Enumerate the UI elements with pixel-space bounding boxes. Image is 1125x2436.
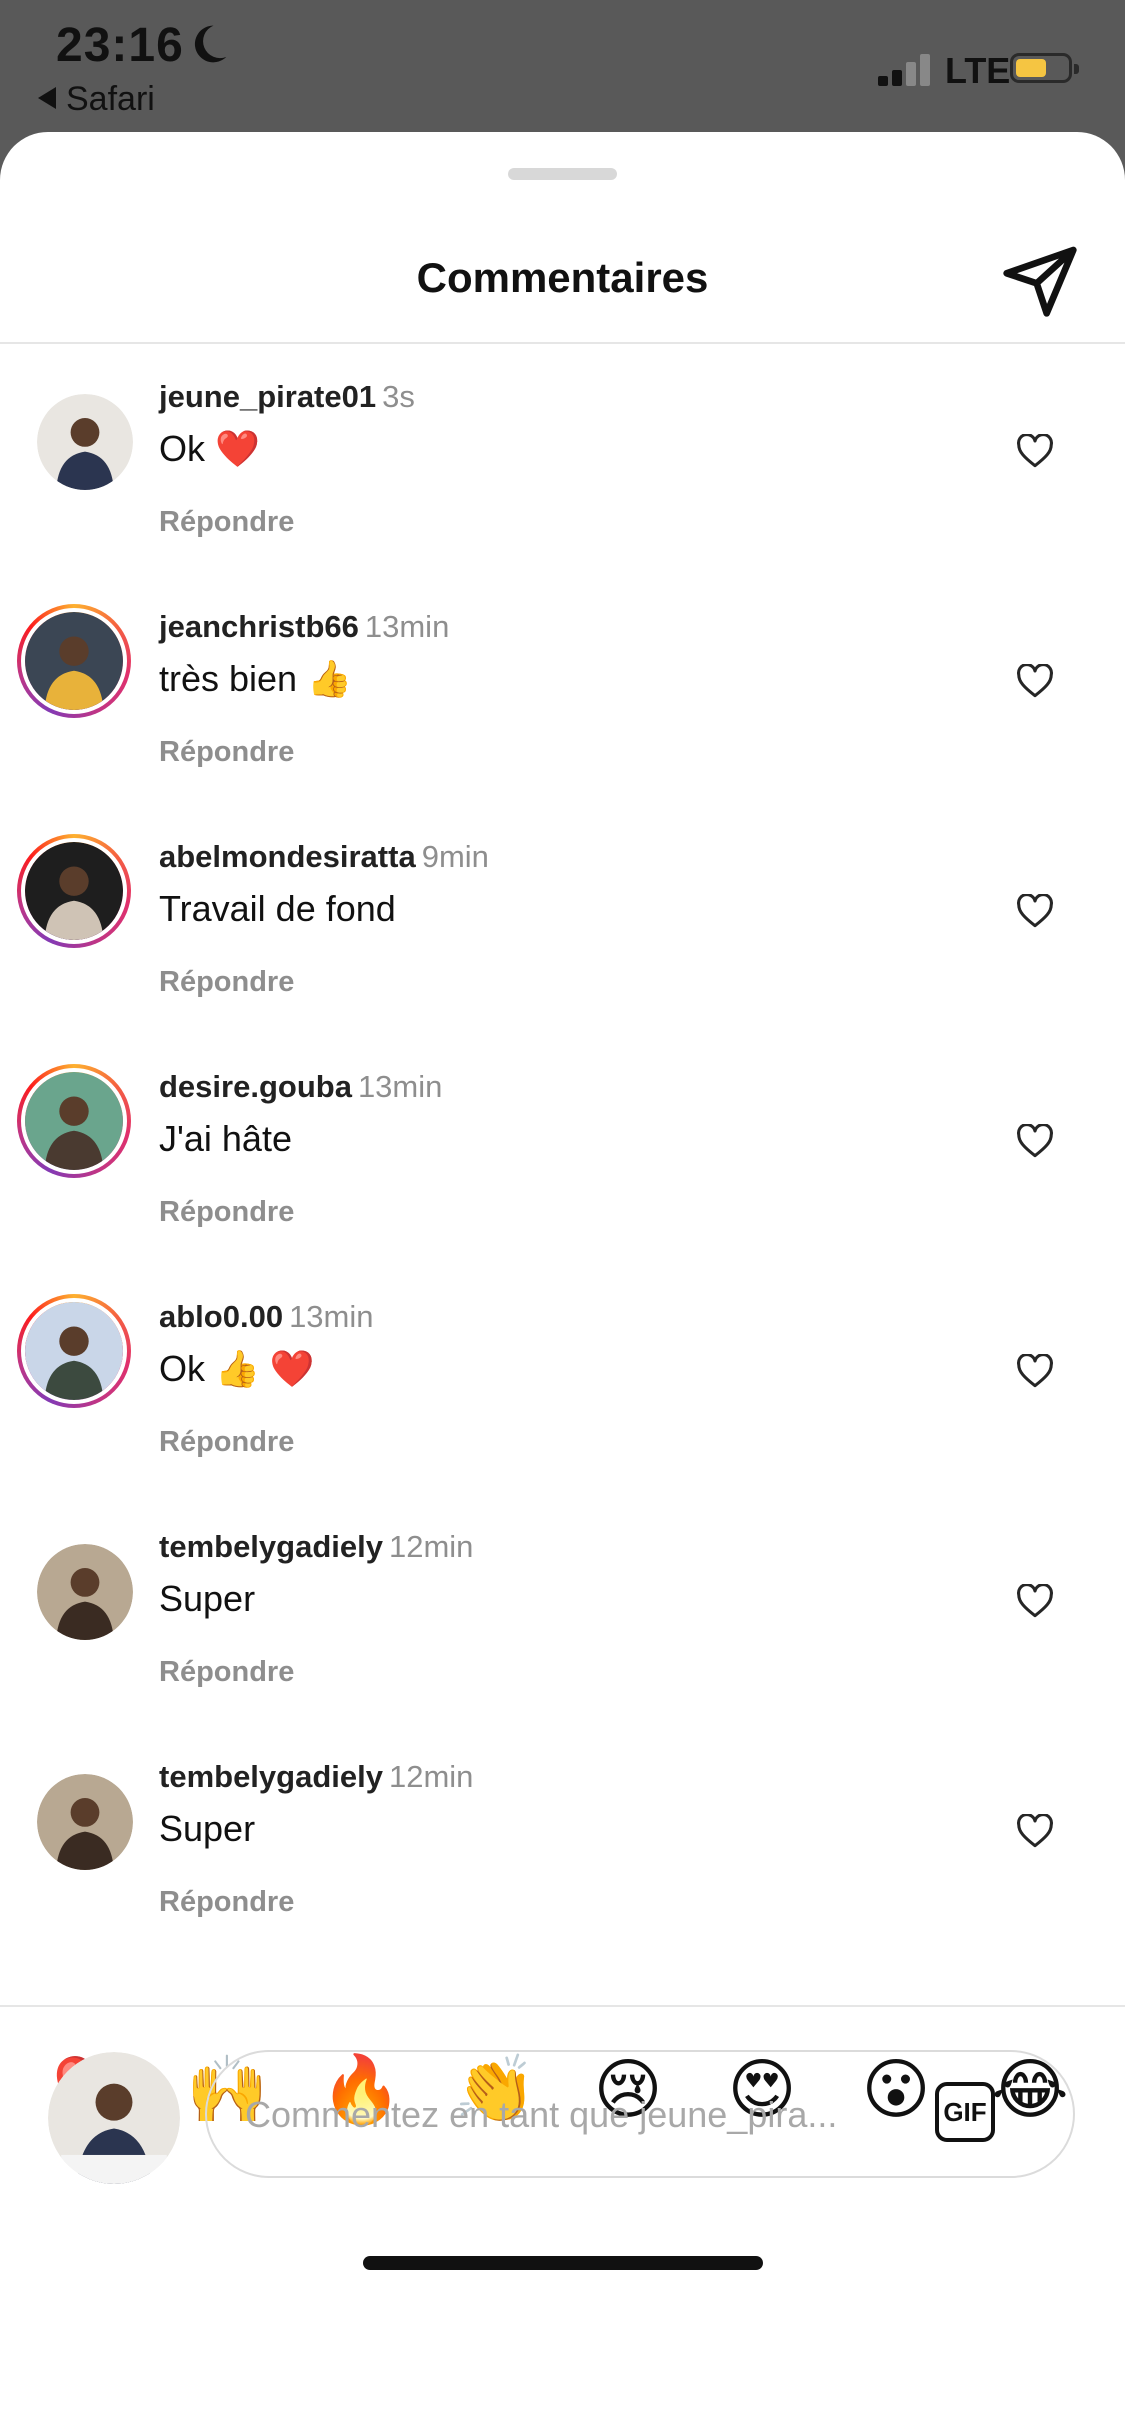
reply-button[interactable]: Répondre	[159, 1886, 294, 1919]
comment-author[interactable]: jeune_pirate01 3s	[159, 379, 415, 415]
comment-text: Travail de fond	[159, 888, 396, 929]
comment-item: jeune_pirate01 3s Ok ❤️ Répondre	[0, 379, 1125, 624]
comment-author[interactable]: desire.gouba 13min	[159, 1069, 442, 1105]
home-indicator[interactable]	[363, 2256, 763, 2270]
comment-item: tembelygadiely 12min Super Répondre	[0, 1759, 1125, 2004]
story-ring-avatar[interactable]	[17, 834, 131, 948]
avatar-image	[37, 1774, 133, 1870]
battery-icon	[1010, 53, 1079, 83]
comment-time: 13min	[357, 1069, 443, 1104]
page-title: Commentaires	[416, 254, 709, 301]
status-time: 23:16	[56, 19, 184, 72]
comment-text: J'ai hâte	[159, 1118, 292, 1159]
comment-item: desire.gouba 13min J'ai hâte Répondre	[0, 1064, 1125, 1314]
comment-text: Super	[159, 1808, 256, 1849]
comment-author[interactable]: tembelygadiely 12min	[159, 1759, 473, 1795]
reply-button[interactable]: Répondre	[159, 506, 294, 539]
username[interactable]: tembelygadiely	[159, 1759, 383, 1794]
username[interactable]: ablo0.00	[159, 1299, 283, 1334]
username[interactable]: abelmondesiratta	[159, 839, 416, 874]
reply-button[interactable]: Répondre	[159, 736, 294, 769]
avatar-image	[48, 2052, 180, 2184]
comment-input-box: GIF	[205, 2050, 1075, 2178]
comment-time: 13min	[364, 609, 450, 644]
heart-icon[interactable]	[1016, 1124, 1054, 1158]
heart-icon[interactable]	[1016, 1354, 1054, 1388]
back-to-app-button[interactable]: Safari	[38, 80, 155, 119]
avatar[interactable]	[37, 1544, 133, 1640]
story-ring-avatar[interactable]	[17, 1294, 131, 1408]
comment-item: ablo0.00 13min Ok 👍 ❤️ Répondre	[0, 1294, 1125, 1544]
heart-icon[interactable]	[1016, 434, 1054, 468]
moon-icon	[194, 25, 227, 63]
comment-input[interactable]	[243, 2086, 887, 2144]
username[interactable]: tembelygadiely	[159, 1529, 383, 1564]
avatar-image	[37, 394, 133, 490]
comment-time: 9min	[421, 839, 489, 874]
comment-item: jeanchristb66 13min très bien 👍 Répondre	[0, 604, 1125, 854]
comment-author[interactable]: ablo0.00 13min	[159, 1299, 374, 1335]
current-user-avatar	[48, 2052, 180, 2184]
status-bar: 23:16 Safari LTE	[0, 0, 1125, 140]
story-ring-avatar[interactable]	[17, 1064, 131, 1178]
header-divider	[0, 342, 1125, 344]
comment-text: très bien 👍	[159, 658, 352, 699]
comment-time: 3s	[382, 379, 415, 414]
back-app-label: Safari	[66, 80, 155, 118]
username[interactable]: desire.gouba	[159, 1069, 352, 1104]
heart-icon[interactable]	[1016, 894, 1054, 928]
comment-item: tembelygadiely 12min Super Répondre	[0, 1529, 1125, 1774]
back-arrow-icon	[38, 87, 56, 110]
paper-plane-icon[interactable]	[1000, 240, 1080, 320]
avatar[interactable]	[37, 394, 133, 490]
username[interactable]: jeune_pirate01	[159, 379, 376, 414]
comment-text: Ok 👍 ❤️	[159, 1348, 315, 1389]
story-ring-avatar[interactable]	[17, 604, 131, 718]
comment-author[interactable]: tembelygadiely 12min	[159, 1529, 473, 1565]
comment-time: 13min	[289, 1299, 374, 1334]
avatar-image	[25, 1302, 123, 1400]
avatar-image	[25, 1072, 123, 1170]
gif-button[interactable]: GIF	[935, 2082, 995, 2142]
avatar[interactable]	[37, 1774, 133, 1870]
network-type: LTE	[945, 50, 1011, 91]
reply-button[interactable]: Répondre	[159, 1196, 294, 1229]
comment-item: abelmondesiratta 9min Travail de fond Rép…	[0, 834, 1125, 1084]
reply-button[interactable]: Répondre	[159, 1656, 294, 1689]
composer-divider	[0, 2005, 1125, 2007]
signal-icon	[878, 52, 938, 86]
comment-text: Ok ❤️	[159, 428, 260, 469]
avatar-image	[25, 612, 123, 710]
avatar-image	[25, 842, 123, 940]
battery-fill	[1016, 59, 1046, 77]
sheet-grabber[interactable]	[508, 168, 617, 180]
avatar-image	[37, 1544, 133, 1640]
heart-icon[interactable]	[1016, 1584, 1054, 1618]
comment-author[interactable]: jeanchristb66 13min	[159, 609, 449, 645]
reply-button[interactable]: Répondre	[159, 966, 294, 999]
reply-button[interactable]: Répondre	[159, 1426, 294, 1459]
comment-text: Super	[159, 1578, 256, 1619]
comment-author[interactable]: abelmondesiratta 9min	[159, 839, 489, 875]
comment-time: 12min	[388, 1529, 474, 1564]
heart-icon[interactable]	[1016, 664, 1054, 698]
username[interactable]: jeanchristb66	[159, 609, 359, 644]
comment-time: 12min	[388, 1759, 474, 1794]
heart-icon[interactable]	[1016, 1814, 1054, 1848]
